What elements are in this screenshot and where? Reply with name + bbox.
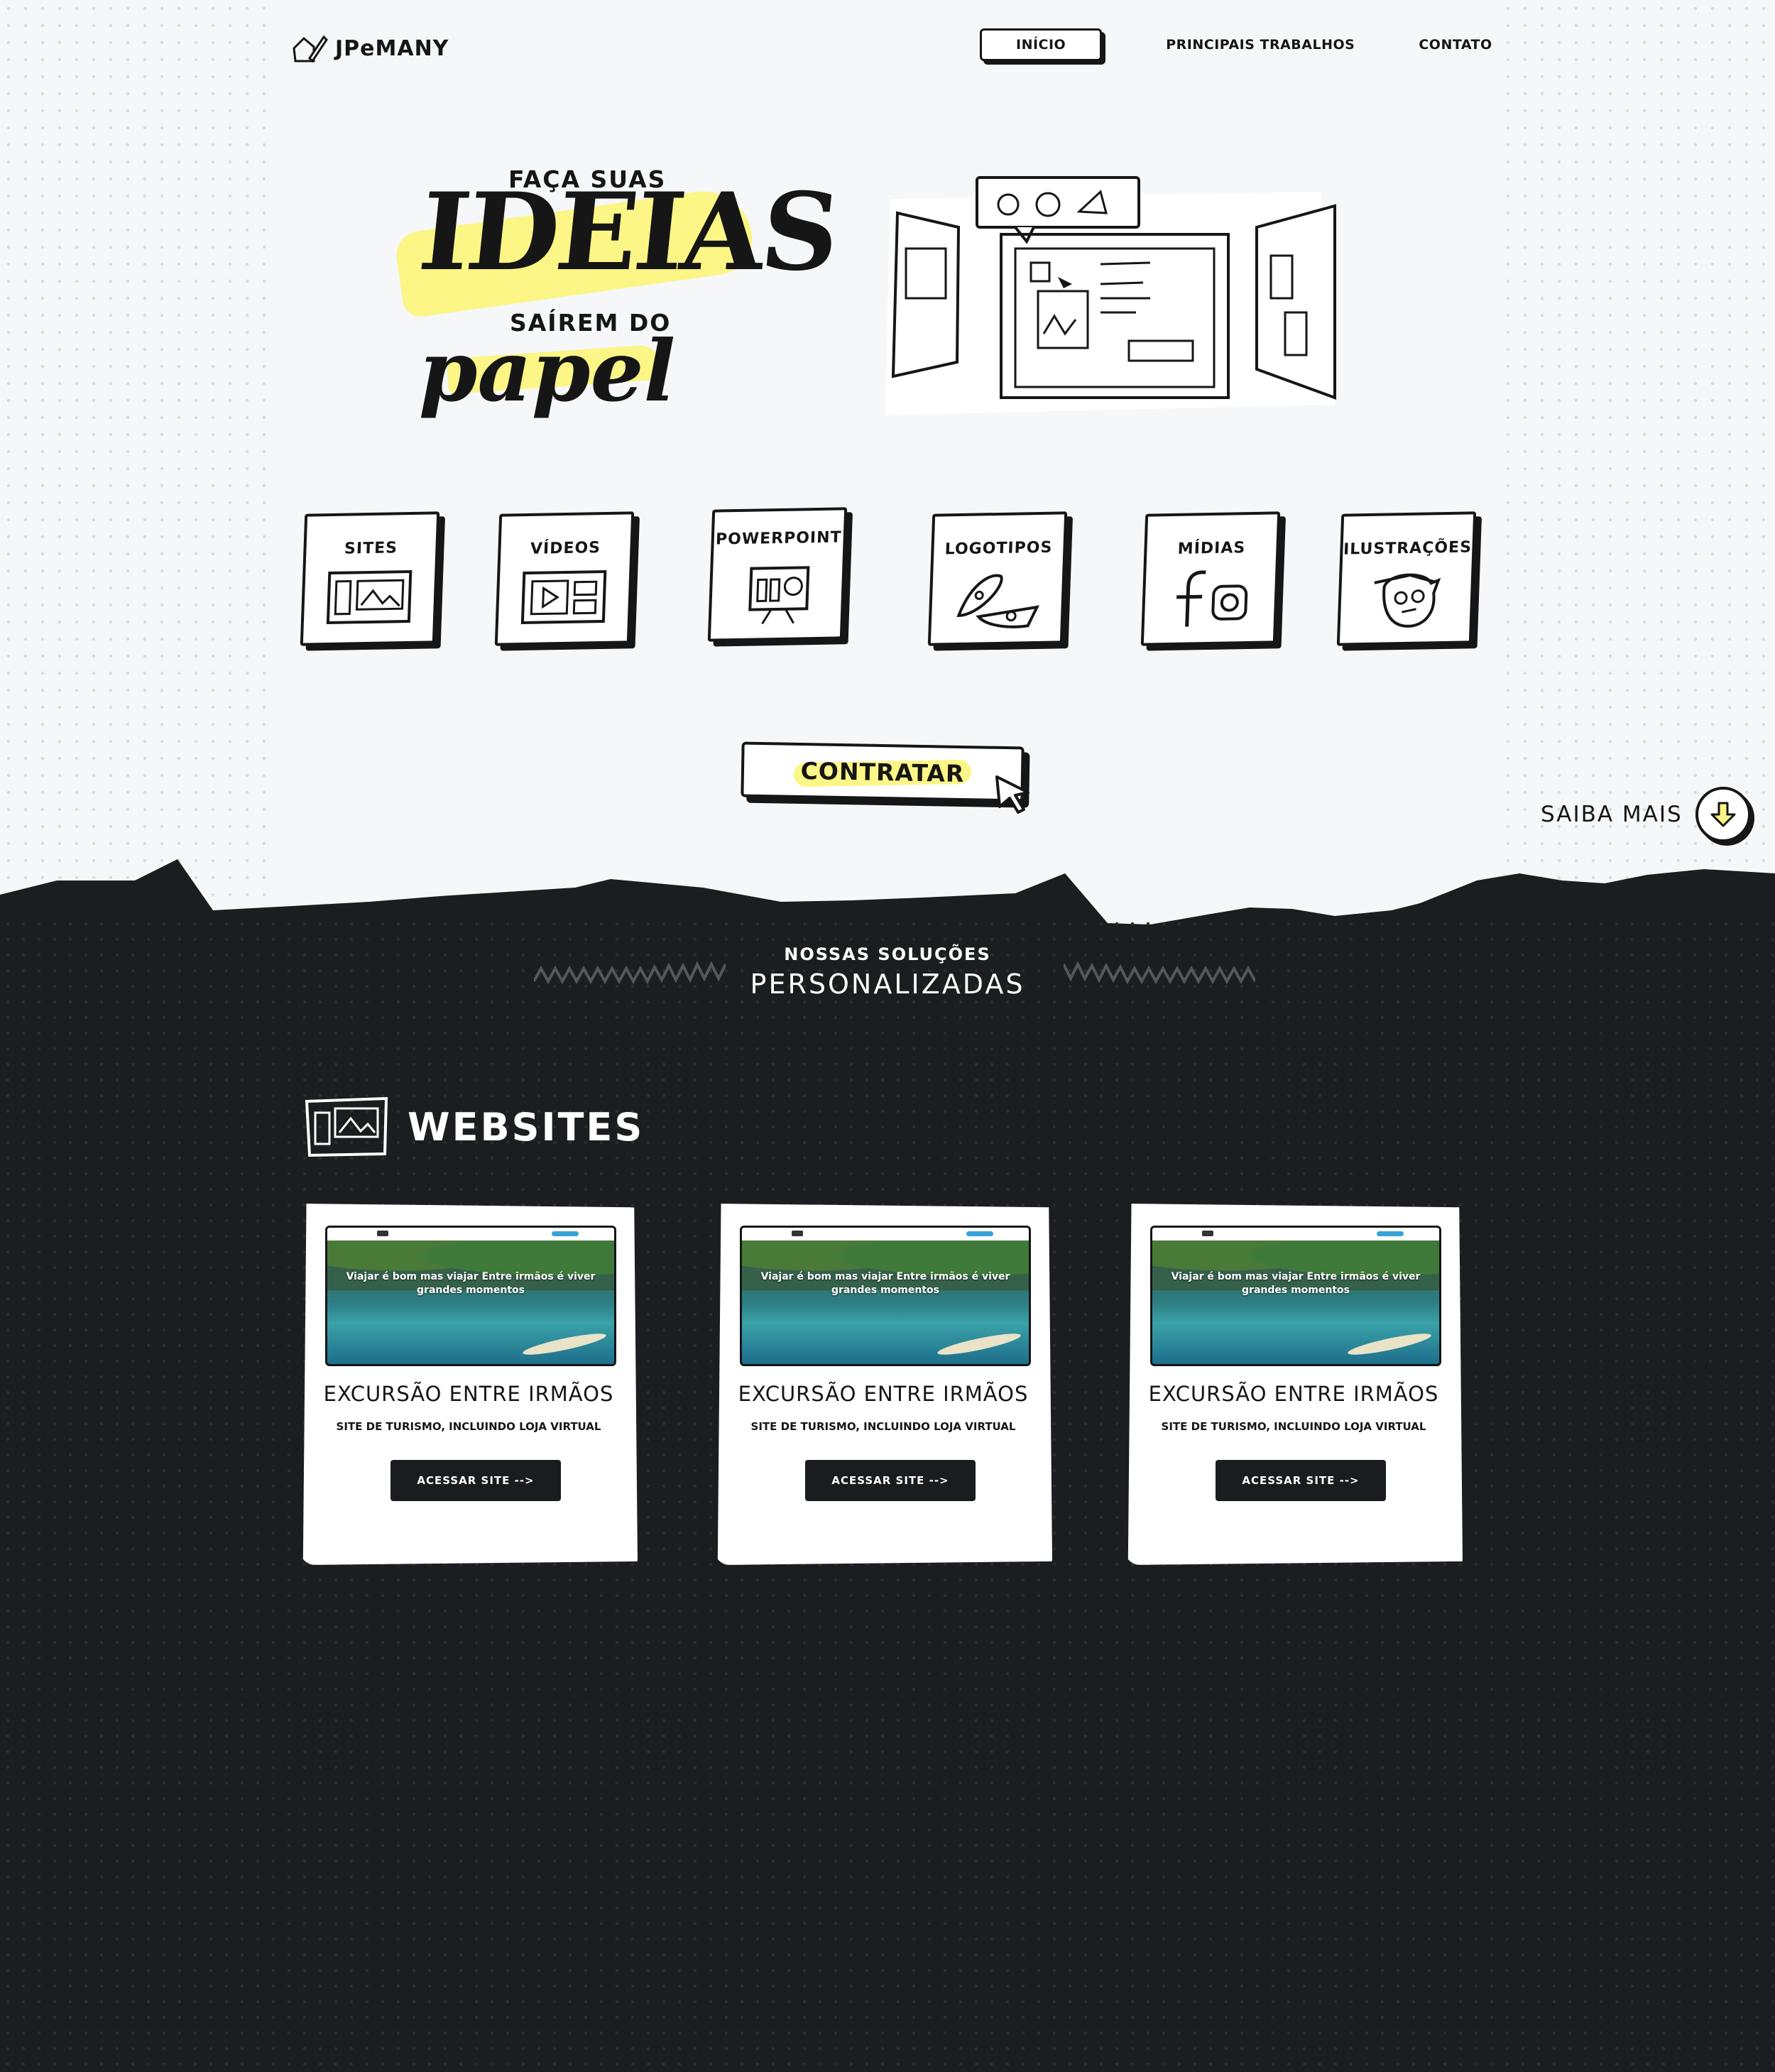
contratar-label: CONTRATAR (800, 756, 965, 787)
brand-name: JPeMANY (335, 36, 449, 61)
service-card-sites[interactable]: SITES (300, 511, 440, 646)
service-label: POWERPOINT (715, 528, 842, 549)
service-card-ilustracoes[interactable]: ILUSTRAÇÕES (1336, 511, 1477, 646)
project-title: EXCURSÃO ENTRE IRMÃOS (323, 1382, 614, 1406)
character-icon (1374, 573, 1441, 628)
service-label: VÍDEOS (530, 539, 601, 558)
solutions-kicker: NOSSAS SOLUÇÕES (784, 944, 991, 964)
presentation-icon (748, 566, 810, 625)
service-card-logotipos[interactable]: LOGOTIPOS (927, 511, 1068, 646)
hero-line-4: papel (419, 322, 676, 420)
cursor-icon (995, 775, 1030, 814)
arrow-down-icon (1695, 787, 1751, 842)
solutions-heading: NOSSAS SOLUÇÕES PERSONALIZADAS (0, 944, 1775, 1000)
pizza-logo-icon (956, 574, 1040, 628)
website-icon (326, 569, 413, 625)
saiba-mais-label: SAIBA MAIS (1541, 802, 1683, 827)
project-card: Viajar é bom mas viajar Entre irmãos é v… (302, 1204, 638, 1565)
saiba-mais-link[interactable]: SAIBA MAIS (1541, 787, 1751, 842)
pencil-house-icon (293, 35, 328, 63)
service-label: ILUSTRAÇÕES (1343, 538, 1473, 559)
site-preview-image: Viajar é bom mas viajar Entre irmãos é v… (740, 1226, 1031, 1366)
project-card: Viajar é bom mas viajar Entre irmãos é v… (1127, 1204, 1463, 1565)
hero-headline: FAÇA SUAS IDEIAS SAÍREM DO papel (383, 160, 843, 444)
site-preview-image: Viajar é bom mas viajar Entre irmãos é v… (325, 1226, 616, 1366)
nav-principais-trabalhos[interactable]: PRINCIPAIS TRABALHOS (1166, 37, 1355, 53)
website-icon (305, 1097, 388, 1157)
project-subtitle: SITE DE TURISMO, INCLUINDO LOJA VIRTUAL (750, 1420, 1016, 1433)
brand-logo[interactable]: JPeMANY (291, 33, 449, 64)
acessar-site-button[interactable]: ACESSAR SITE --> (805, 1460, 976, 1501)
site-preview-image: Viajar é bom mas viajar Entre irmãos é v… (1150, 1226, 1441, 1366)
project-title: EXCURSÃO ENTRE IRMÃOS (1148, 1382, 1439, 1406)
preview-text: Viajar é bom mas viajar Entre irmãos é v… (760, 1271, 1010, 1296)
project-title: EXCURSÃO ENTRE IRMÃOS (738, 1382, 1029, 1406)
service-label: MÍDIAS (1177, 539, 1246, 558)
services-row: SITES VÍDEOS POWERPOINT LOGOTIPOS MÍDIAS… (298, 507, 1477, 655)
acessar-site-button[interactable]: ACESSAR SITE --> (390, 1460, 561, 1501)
service-card-videos[interactable]: VÍDEOS (494, 511, 635, 646)
project-subtitle: SITE DE TURISMO, INCLUINDO LOJA VIRTUAL (336, 1420, 601, 1433)
main-nav: INÍCIO PRINCIPAIS TRABALHOS CONTATO (980, 28, 1492, 61)
acessar-site-button[interactable]: ACESSAR SITE --> (1216, 1460, 1386, 1501)
service-label: SITES (344, 539, 398, 558)
service-card-powerpoint[interactable]: POWERPOINT (707, 507, 848, 642)
project-subtitle: SITE DE TURISMO, INCLUINDO LOJA VIRTUAL (1161, 1420, 1426, 1433)
nav-inicio[interactable]: INÍCIO (980, 28, 1103, 61)
nav-contato[interactable]: CONTATO (1419, 37, 1492, 53)
service-card-midias[interactable]: MÍDIAS (1140, 511, 1281, 646)
websites-title: WEBSITES (408, 1104, 645, 1150)
solutions-title: PERSONALIZADAS (750, 969, 1025, 1000)
contratar-button[interactable]: CONTRATAR (741, 741, 1025, 802)
social-media-icon (1176, 570, 1248, 627)
websites-heading: WEBSITES (304, 1097, 644, 1157)
preview-text: Viajar é bom mas viajar Entre irmãos é v… (346, 1271, 596, 1296)
hero-line-2: IDEIAS (413, 170, 843, 295)
service-label: LOGOTIPOS (944, 538, 1053, 559)
video-icon (520, 569, 607, 625)
preview-text: Viajar é bom mas viajar Entre irmãos é v… (1171, 1271, 1421, 1296)
project-card: Viajar é bom mas viajar Entre irmãos é v… (717, 1204, 1052, 1565)
hero-sketch-illustration (885, 176, 1336, 415)
